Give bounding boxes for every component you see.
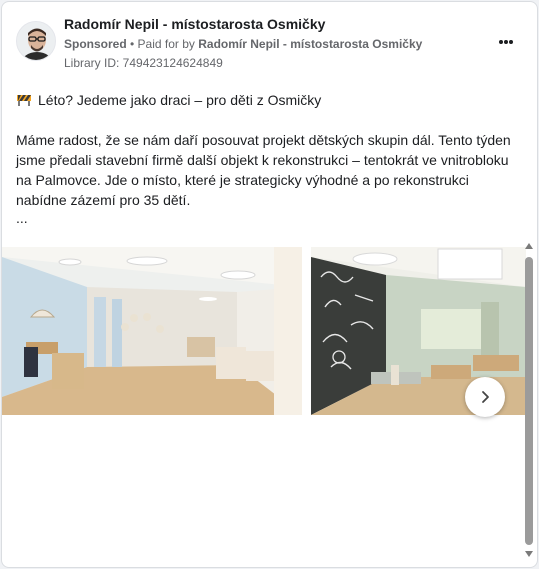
ellipsis-dot — [509, 40, 513, 44]
carousel-next-button[interactable] — [465, 377, 505, 417]
ad-card: Radomír Nepil - místostarosta Osmičky Sp… — [1, 1, 538, 568]
more-options-button[interactable] — [499, 32, 513, 52]
paid-for-by-name[interactable]: Radomír Nepil - místostarosta Osmičky — [198, 37, 422, 51]
scrollbar[interactable] — [524, 243, 534, 557]
post-paragraph: Máme radost, že se nám daří posouvat pro… — [16, 132, 511, 208]
classroom-render-image — [2, 247, 302, 415]
paid-for-prefix: Paid for by — [137, 37, 199, 51]
scroll-down-arrow-icon[interactable] — [525, 551, 533, 557]
ellipsis-icon — [499, 40, 503, 44]
profile-photo-icon — [17, 22, 55, 60]
construction-barrier-icon — [17, 95, 31, 106]
scrollbar-thumb[interactable] — [525, 257, 533, 545]
advertiser-name[interactable]: Radomír Nepil - místostarosta Osmičky — [64, 16, 325, 32]
chevron-right-icon — [482, 391, 489, 403]
sponsored-label: Sponsored — [64, 37, 127, 51]
scroll-up-arrow-icon[interactable] — [525, 243, 533, 249]
advertiser-avatar[interactable] — [16, 21, 56, 61]
sponsored-line: Sponsored • Paid for by Radomír Nepil - … — [64, 37, 422, 51]
meta-separator: • — [126, 37, 138, 51]
ellipsis-dot — [504, 40, 508, 44]
image-carousel[interactable] — [2, 247, 526, 417]
see-more-ellipsis[interactable]: ... — [16, 210, 516, 226]
post-body: Léto? Jedeme jako draci – pro děti z Osm… — [16, 90, 516, 226]
post-headline-row: Léto? Jedeme jako draci – pro děti z Osm… — [16, 90, 516, 110]
carousel-image-1[interactable] — [2, 247, 302, 415]
post-headline: Léto? Jedeme jako draci – pro děti z Osm… — [38, 92, 322, 108]
library-id: Library ID: 749423124624849 — [64, 56, 223, 70]
